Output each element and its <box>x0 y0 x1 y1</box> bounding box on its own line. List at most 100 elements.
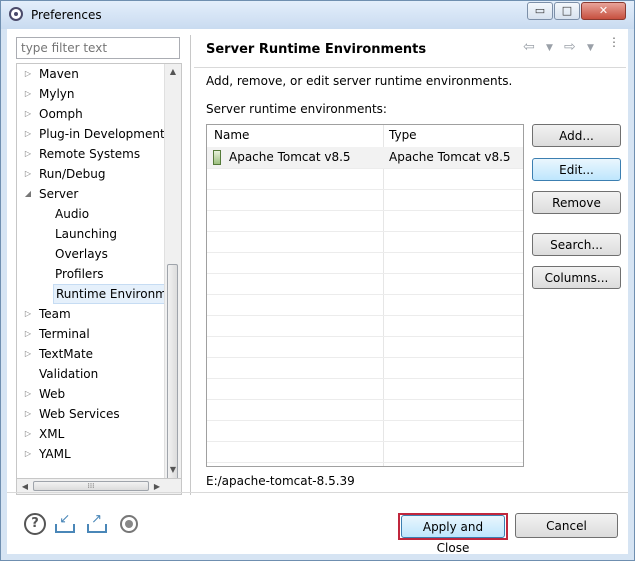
expanded-chevron-icon[interactable]: ◢ <box>23 184 33 204</box>
forward-arrow-icon[interactable]: ⇨ <box>564 39 576 55</box>
preferences-window: Preferences ▭ □ ✕ ▷ YAML ▷ XML ▷ Web Services… <box>0 0 635 561</box>
tree-item[interactable]: ▷ Team <box>17 304 167 324</box>
search-button[interactable]: Search... <box>532 233 621 256</box>
column-header-name[interactable]: Name <box>214 128 249 142</box>
tree-item[interactable]: ▷ TextMate <box>17 344 167 364</box>
tree-item-label: Terminal <box>39 327 90 341</box>
collapsed-chevron-icon[interactable]: ▷ <box>23 124 33 144</box>
record-icon[interactable] <box>118 513 140 535</box>
collapsed-chevron-icon[interactable]: ▷ <box>23 304 33 324</box>
table-row-empty <box>207 357 523 379</box>
table-row-empty <box>207 315 523 337</box>
table-header: Name Type <box>207 125 523 148</box>
table-row-empty <box>207 168 523 190</box>
back-arrow-icon[interactable]: ⇦ <box>523 39 535 55</box>
window-title: Preferences <box>31 8 102 22</box>
column-header-type[interactable]: Type <box>389 128 417 142</box>
tree-item[interactable]: ▷ Maven <box>17 64 167 84</box>
tree-item-label: Profilers <box>55 267 104 281</box>
table-row-empty <box>207 294 523 316</box>
back-menu-chevron-icon[interactable]: ▼ <box>546 43 553 53</box>
record-dot <box>125 520 133 528</box>
table-row[interactable]: Apache Tomcat v8.5 Apache Tomcat v8.5 <box>207 147 523 169</box>
runtime-table[interactable]: Name Type Apache Tomcat v8.5 Apache Tomc… <box>206 124 524 467</box>
tree-item-label: Team <box>39 307 71 321</box>
tree-item[interactable]: ▷ Run/Debug <box>17 164 167 184</box>
table-row-empty <box>207 189 523 211</box>
collapsed-chevron-icon[interactable]: ▷ <box>23 384 33 404</box>
table-row-empty <box>207 231 523 253</box>
view-menu-icon[interactable]: ⋮ <box>608 36 620 48</box>
pane-divider[interactable] <box>190 35 191 495</box>
collapsed-chevron-icon[interactable]: ▷ <box>23 424 33 444</box>
tree-item-label: Maven <box>39 67 79 81</box>
tree-item[interactable]: Runtime Environme <box>17 284 178 304</box>
title-bar[interactable]: Preferences ▭ □ ✕ <box>1 1 634 29</box>
import-icon[interactable]: ↓ <box>54 510 78 535</box>
collapsed-chevron-icon[interactable]: ▷ <box>23 344 33 364</box>
maximize-button[interactable]: □ <box>554 2 580 20</box>
table-row-empty <box>207 336 523 358</box>
collapsed-chevron-icon[interactable]: ▷ <box>23 164 33 184</box>
tree-item-label: Server <box>39 187 79 201</box>
tree-item-label: Web <box>39 387 66 401</box>
tree-item-label: TextMate <box>39 347 94 361</box>
tree-item[interactable]: Validation <box>17 364 167 384</box>
collapsed-chevron-icon[interactable]: ▷ <box>23 84 33 104</box>
tree-item[interactable]: ▷ Web <box>17 384 167 404</box>
tree-vertical-scrollbar[interactable]: ▲ ▼ <box>164 64 181 478</box>
tree-item[interactable]: Overlays <box>17 244 167 264</box>
table-row-empty <box>207 273 523 295</box>
scroll-down-icon[interactable]: ▼ <box>165 462 181 478</box>
tree-item-label: Plug-in Development <box>39 127 165 141</box>
runtime-location: E:/apache-tomcat-8.5.39 <box>206 474 355 488</box>
tree-item[interactable]: ▷ Remote Systems <box>17 144 167 164</box>
collapsed-chevron-icon[interactable]: ▷ <box>23 104 33 124</box>
tree-item[interactable]: ▷ Mylyn <box>17 84 167 104</box>
apply-and-close-button[interactable]: Apply and Close <box>401 515 505 555</box>
tree-item[interactable]: Launching <box>17 224 167 244</box>
server-icon <box>213 150 221 165</box>
forward-menu-chevron-icon[interactable]: ▼ <box>587 43 594 53</box>
collapsed-chevron-icon[interactable]: ▷ <box>23 404 33 424</box>
table-row-empty <box>207 252 523 274</box>
filter-input[interactable] <box>16 37 180 59</box>
table-row-empty <box>207 441 523 463</box>
tree-item-label: Validation <box>39 367 99 381</box>
tree-item-label: Web Services <box>39 407 120 421</box>
tree-item[interactable]: ▷ Terminal <box>17 324 167 344</box>
page-title: Server Runtime Environments <box>206 42 427 57</box>
columns-button[interactable]: Columns... <box>532 266 621 289</box>
minimize-button[interactable]: ▭ <box>527 2 553 20</box>
tree-item[interactable]: ▷ XML <box>17 424 167 444</box>
tree-item-label: Audio <box>55 207 90 221</box>
edit-button[interactable]: Edit... <box>532 158 621 181</box>
scroll-thumb-horizontal[interactable]: ⁞⁞⁞ <box>33 481 149 491</box>
collapsed-chevron-icon[interactable]: ▷ <box>23 324 33 344</box>
runtime-name: Apache Tomcat v8.5 <box>229 150 351 164</box>
tree-item[interactable]: Audio <box>17 204 167 224</box>
tree-item[interactable]: ▷ YAML <box>17 444 167 464</box>
collapsed-chevron-icon[interactable]: ▷ <box>23 64 33 84</box>
collapsed-chevron-icon[interactable]: ▷ <box>23 444 33 464</box>
tree-item-label: Remote Systems <box>39 147 141 161</box>
dialog-client: ▷ YAML ▷ XML ▷ Web Services ▷ Web Validation ▷ Tex… <box>7 29 628 555</box>
tree-item[interactable]: ▷ Web Services <box>17 404 167 424</box>
tree-item[interactable]: ▷ Oomph <box>17 104 167 124</box>
cancel-button[interactable]: Cancel <box>515 513 618 538</box>
table-row-empty <box>207 399 523 421</box>
close-button[interactable]: ✕ <box>581 2 626 20</box>
scroll-up-icon[interactable]: ▲ <box>165 64 181 80</box>
tree-item-label: Oomph <box>39 107 83 121</box>
tree-item[interactable]: Profilers <box>17 264 167 284</box>
collapsed-chevron-icon[interactable]: ▷ <box>23 144 33 164</box>
remove-button[interactable]: Remove <box>532 191 621 214</box>
tree-item-label: Run/Debug <box>39 167 106 181</box>
scroll-thumb[interactable] <box>167 264 178 478</box>
tree-item[interactable]: ▷ Plug-in Development <box>17 124 167 144</box>
tree-item[interactable]: ◢ Server <box>17 184 167 204</box>
help-icon[interactable]: ? <box>24 513 46 535</box>
add-button[interactable]: Add... <box>532 124 621 147</box>
runtime-type: Apache Tomcat v8.5 <box>389 150 511 164</box>
export-icon[interactable]: ↑ <box>86 510 110 535</box>
